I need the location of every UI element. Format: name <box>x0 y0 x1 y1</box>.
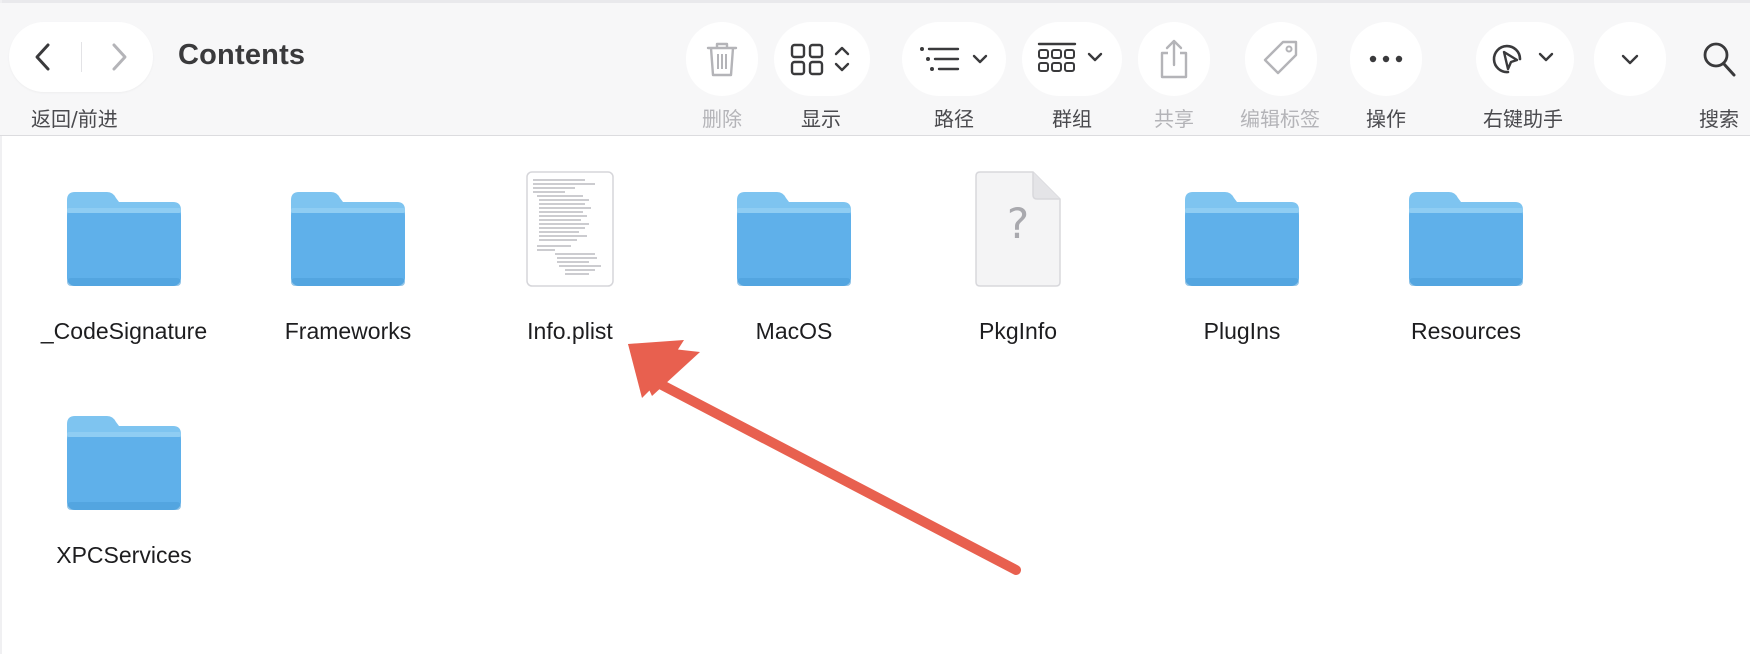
edit-tags-caption: 编辑标签 <box>1240 107 1320 131</box>
back-forward-caption: 返回/前进 <box>31 107 118 131</box>
file-item-xpcservices[interactable]: XPCServices <box>24 382 224 569</box>
file-item-macos[interactable]: MacOS <box>694 158 894 345</box>
file-item-pkginfo[interactable]: ? PkgInfo <box>918 158 1118 345</box>
view-mode-button[interactable] <box>774 22 870 96</box>
right-click-assistant-caption: 右键助手 <box>1483 107 1563 131</box>
file-name: Resources <box>1411 318 1521 344</box>
group-button[interactable] <box>1022 22 1122 96</box>
file-name: PkgInfo <box>979 318 1057 344</box>
search-button[interactable] <box>1688 25 1750 93</box>
file-name: Frameworks <box>284 318 412 344</box>
path-list-icon <box>920 47 988 71</box>
finder-toolbar: 返回/前进 Contents 删除 显示 路径 群组 共享 编辑标签 操作 右键… <box>0 3 1750 136</box>
file-name: _CodeSignature <box>40 318 208 344</box>
action-button[interactable] <box>1350 22 1422 96</box>
window-title: Contents <box>178 39 306 71</box>
folder-icon <box>54 382 194 512</box>
path-button[interactable] <box>902 22 1006 96</box>
folder-icon <box>724 158 864 288</box>
folder-icon <box>1396 158 1536 288</box>
grid-view-icon <box>790 43 850 76</box>
delete-caption: 删除 <box>702 107 742 131</box>
edit-tags-button[interactable] <box>1245 22 1317 96</box>
more-icon <box>1369 55 1403 63</box>
search-icon <box>1703 42 1736 77</box>
file-item-codesignature[interactable]: _CodeSignature <box>24 158 224 345</box>
view-caption: 显示 <box>801 107 841 131</box>
chevron-down-icon <box>1621 54 1639 65</box>
share-button[interactable] <box>1138 22 1210 96</box>
file-name: MacOS <box>755 318 833 344</box>
back-forward-group <box>9 22 153 92</box>
cursor-assistant-icon <box>1492 44 1554 74</box>
forward-button[interactable] <box>83 22 153 92</box>
file-item-frameworks[interactable]: Frameworks <box>248 158 448 345</box>
chevron-right-icon <box>112 43 127 71</box>
group-caption: 群组 <box>1052 107 1092 131</box>
share-icon <box>1160 39 1188 79</box>
file-name: Info.plist <box>527 318 613 344</box>
file-item-info-plist[interactable]: Info.plist <box>470 158 670 345</box>
path-caption: 路径 <box>934 107 974 131</box>
file-name: PlugIns <box>1203 318 1281 344</box>
back-button[interactable] <box>9 22 79 92</box>
file-item-resources[interactable]: Resources <box>1366 158 1566 345</box>
folder-icon <box>278 158 418 288</box>
action-caption: 操作 <box>1366 107 1406 131</box>
right-click-assistant-button[interactable] <box>1476 22 1574 96</box>
file-item-plugins[interactable]: PlugIns <box>1142 158 1342 345</box>
folder-icon <box>54 158 194 288</box>
search-caption: 搜索 <box>1699 107 1739 131</box>
group-icon <box>1037 42 1103 72</box>
unknown-document-icon: ? <box>948 158 1088 288</box>
trash-icon <box>706 42 738 77</box>
plist-document-icon <box>500 158 640 288</box>
more-options-button[interactable] <box>1594 22 1666 96</box>
share-caption: 共享 <box>1154 107 1194 131</box>
folder-icon <box>1172 158 1312 288</box>
svg-text:?: ? <box>1007 199 1029 248</box>
chevron-left-icon <box>35 43 50 71</box>
file-name: XPCServices <box>56 542 192 568</box>
delete-button[interactable] <box>686 22 758 96</box>
tag-icon <box>1263 40 1298 75</box>
nav-divider <box>81 42 82 72</box>
